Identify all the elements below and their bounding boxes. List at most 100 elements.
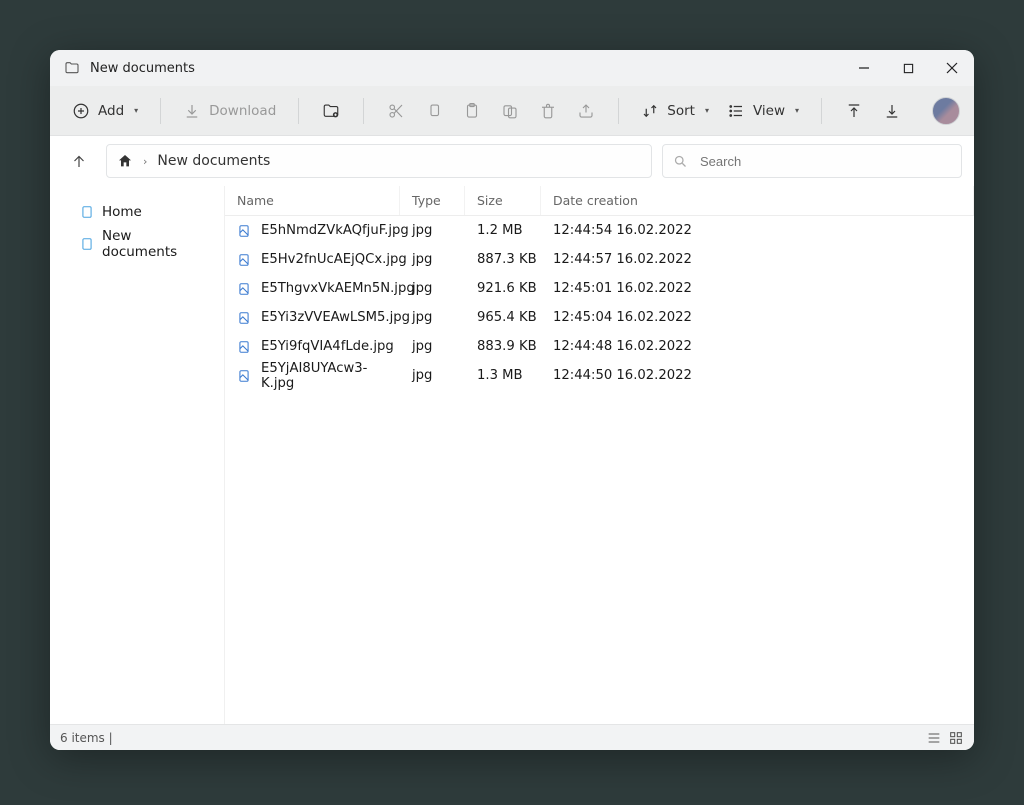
upload-button[interactable] [836,93,872,129]
share-button[interactable] [568,93,604,129]
col-size[interactable]: Size [465,186,541,215]
view-button[interactable]: View ▾ [719,93,807,129]
sidebar-item-label: New documents [102,228,208,260]
add-label: Add [98,103,124,119]
image-file-icon [237,311,251,325]
clipboard-icon [501,102,519,120]
list-icon [727,102,745,120]
file-date: 12:44:54 16.02.2022 [553,223,692,238]
file-date: 12:44:50 16.02.2022 [553,368,692,383]
file-date: 12:45:04 16.02.2022 [553,310,692,325]
share-icon [577,102,595,120]
sidebar: Home New documents [50,186,225,724]
col-type[interactable]: Type [400,186,465,215]
file-name: E5YjAI8UYAcw3-K.jpg [261,361,400,391]
sidebar-item-label: Home [102,204,142,220]
download-all-button[interactable] [874,93,910,129]
details-view-icon[interactable] [926,730,942,746]
file-name: E5Yi9fqVIA4fLde.jpg [261,339,394,354]
cut-button[interactable] [378,93,414,129]
delete-button[interactable] [530,93,566,129]
status-items-count: 6 items | [60,731,113,745]
up-button[interactable] [62,144,96,178]
folder-icon [64,60,80,76]
file-name: E5Hv2fnUcAEjQCx.jpg [261,252,407,267]
image-file-icon [237,253,251,267]
window-title: New documents [90,61,195,76]
col-name[interactable]: Name [225,186,400,215]
file-type: jpg [412,310,432,325]
chevron-right-icon: › [143,155,147,168]
breadcrumb-current: New documents [157,153,270,169]
main: Home New documents Name Type Size Date c… [50,186,974,724]
file-type: jpg [412,281,432,296]
sidebar-item-home[interactable]: Home [60,200,214,224]
chevron-down-icon: ▾ [134,106,138,115]
file-name: E5hNmdZVkAQfjuF.jpg [261,223,409,238]
sidebar-item-new-documents[interactable]: New documents [60,224,214,264]
file-size: 883.9 KB [477,339,537,354]
image-file-icon [237,282,251,296]
download-icon [183,102,201,120]
download-button[interactable]: Download [175,93,284,129]
chevron-down-icon: ▾ [795,106,799,115]
download-arrow-icon [883,102,901,120]
toolbar: Add ▾ Download [50,86,974,136]
search-input[interactable] [698,153,951,170]
titlebar: New documents [50,50,974,86]
file-type: jpg [412,339,432,354]
file-row[interactable]: E5hNmdZVkAQfjuF.jpgjpg 1.2 MB 12:44:54 16.… [225,216,974,245]
file-row[interactable]: E5ThgvxVkAEMn5N.jpgjpg 921.6 KB 12:45:01 1… [225,274,974,303]
file-size: 921.6 KB [477,281,537,296]
file-type: jpg [412,368,432,383]
col-date[interactable]: Date creation [541,186,974,215]
maximize-button[interactable] [886,50,930,86]
search-box[interactable] [662,144,962,178]
file-size: 1.2 MB [477,223,523,238]
navigation-row: › New documents [50,136,974,186]
avatar[interactable] [932,97,960,125]
view-label: View [753,103,785,119]
add-button[interactable]: Add ▾ [64,93,146,129]
close-button[interactable] [930,50,974,86]
paste-special-button[interactable] [492,93,528,129]
minimize-button[interactable] [842,50,886,86]
copy-button[interactable] [416,93,452,129]
copy-icon [425,102,443,120]
file-row[interactable]: E5Yi9fqVIA4fLde.jpg jpg 883.9 KB 12:44:48 1… [225,332,974,361]
grid-view-icon[interactable] [948,730,964,746]
home-icon [117,153,133,169]
file-list: E5hNmdZVkAQfjuF.jpgjpg1.2 MB12:44:54 16.… [225,216,974,724]
upload-icon [845,102,863,120]
scissors-icon [387,102,405,120]
trash-icon [539,102,557,120]
file-date: 12:44:57 16.02.2022 [553,252,692,267]
file-explorer-window: New documents Add ▾ [50,50,974,750]
paste-button[interactable] [454,93,490,129]
file-date: 12:45:01 16.02.2022 [553,281,692,296]
file-row[interactable]: E5Hv2fnUcAEjQCx.jpg jpg 887.3 KB 12:44:57 1… [225,245,974,274]
file-size: 965.4 KB [477,310,537,325]
download-label: Download [209,103,276,119]
file-name: E5Yi3zVVEAwLSM5.jpg [261,310,410,325]
plus-icon [72,102,90,120]
file-type: jpg [412,252,432,267]
chevron-down-icon: ▾ [705,106,709,115]
search-icon [673,154,688,169]
new-folder-button[interactable] [313,93,349,129]
file-row[interactable]: E5YjAI8UYAcw3-K.jpg jpg 1.3 MB 12:44:50 16.… [225,361,974,390]
image-file-icon [237,369,251,383]
sort-button[interactable]: Sort ▾ [633,93,717,129]
image-file-icon [237,224,251,238]
file-type: jpg [412,223,432,238]
file-date: 12:44:48 16.02.2022 [553,339,692,354]
file-row[interactable]: E5Yi3zVVEAwLSM5.jpgjpg 965.4 KB 12:45:04 1… [225,303,974,332]
breadcrumb[interactable]: › New documents [106,144,652,178]
file-size: 887.3 KB [477,252,537,267]
file-size: 1.3 MB [477,368,523,383]
file-name: E5ThgvxVkAEMn5N.jpg [261,281,415,296]
column-headers: Name Type Size Date creation [225,186,974,216]
folder-outline-icon [80,205,94,219]
status-bar: 6 items | [50,724,974,750]
paste-icon [463,102,481,120]
